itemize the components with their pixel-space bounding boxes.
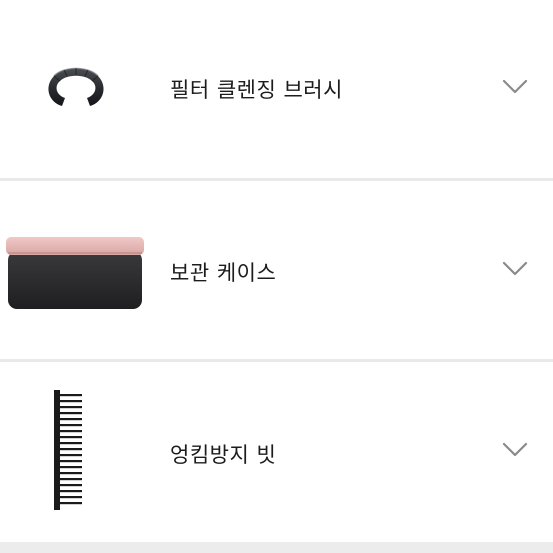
storage-case-icon bbox=[6, 237, 144, 309]
accordion-item-filter-cleaning-brush[interactable]: 필터 클렌징 브러시 bbox=[0, 0, 553, 178]
chevron-down-icon[interactable] bbox=[500, 440, 530, 460]
accordion-item-label: 보관 케이스 bbox=[170, 261, 277, 285]
accordion-item-detangling-comb[interactable]: 엉킴방지 빗 bbox=[0, 362, 553, 542]
cleaning-brush-ring-icon bbox=[48, 67, 104, 106]
detangling-comb-icon bbox=[54, 390, 82, 510]
accessory-accordion-list: 필터 클렌징 브러시 보관 케이스 엉킴방지 빗 bbox=[0, 0, 553, 553]
accordion-item-label: 필터 클렌징 브러시 bbox=[170, 78, 343, 102]
divider bbox=[0, 542, 553, 553]
accordion-item-storage-case[interactable]: 보관 케이스 bbox=[0, 181, 553, 359]
chevron-down-icon[interactable] bbox=[500, 259, 530, 279]
chevron-down-icon[interactable] bbox=[500, 77, 530, 97]
accordion-item-label: 엉킴방지 빗 bbox=[170, 443, 277, 467]
